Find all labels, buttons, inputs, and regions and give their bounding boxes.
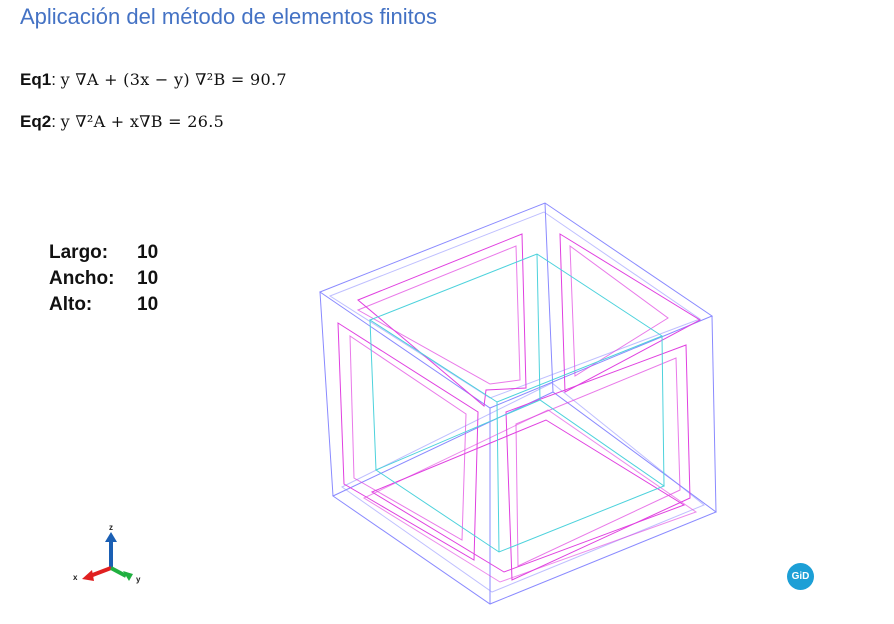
axis-z-icon: z	[105, 523, 117, 568]
axis-z-label: z	[109, 523, 113, 532]
gid-logo: GiD	[787, 563, 814, 590]
axes-triad: z x y	[73, 523, 141, 584]
axis-y-icon: y	[110, 566, 141, 584]
axis-x-label: x	[73, 573, 78, 582]
axis-x-icon: x	[73, 566, 112, 582]
axis-y-label: y	[136, 575, 141, 584]
